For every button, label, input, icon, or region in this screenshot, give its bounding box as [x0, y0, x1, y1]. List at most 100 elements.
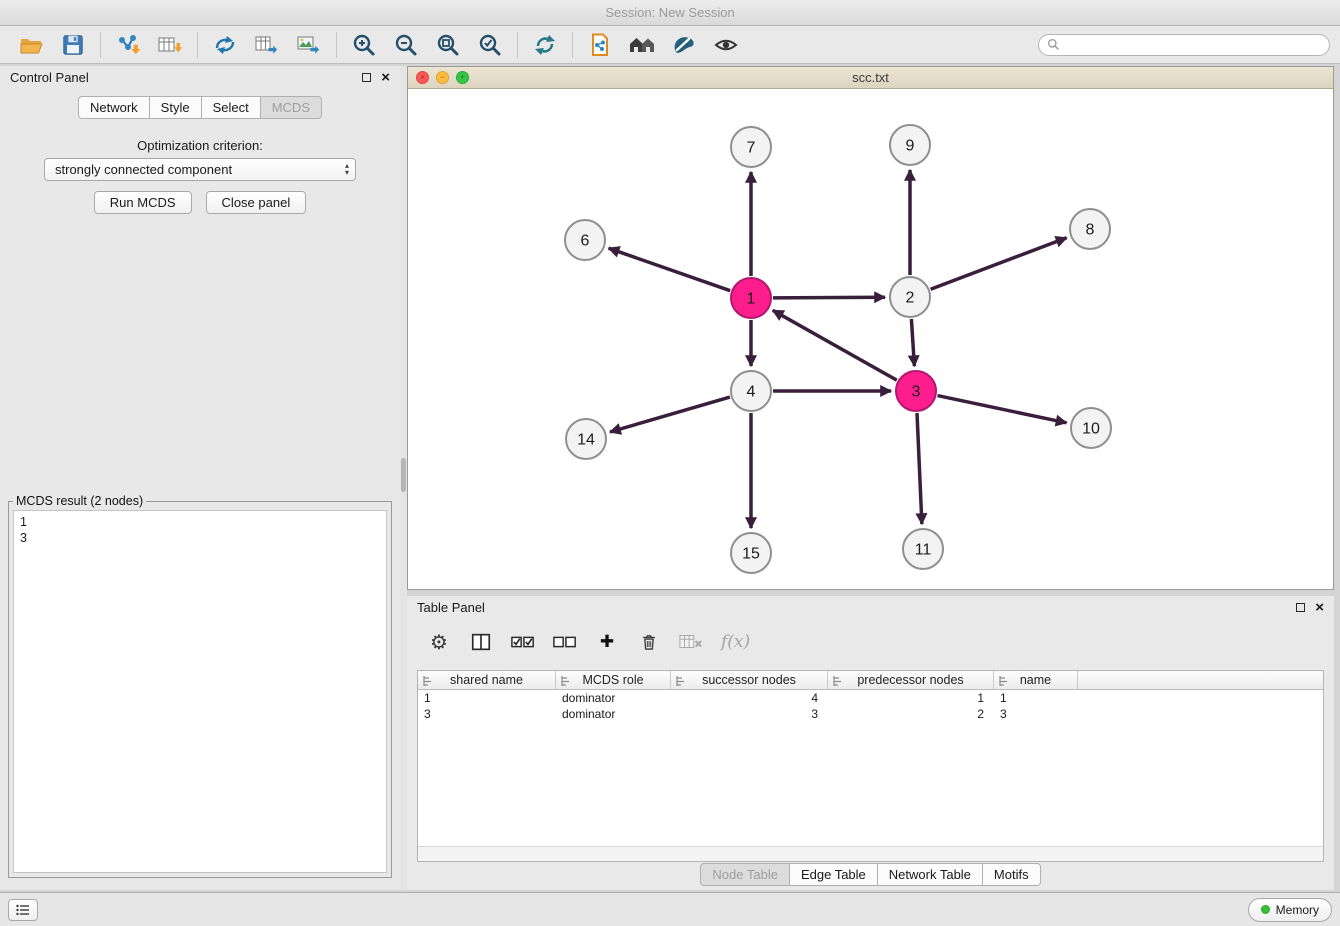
memory-status-icon: [1261, 905, 1270, 914]
export-table-button[interactable]: [246, 28, 288, 62]
search-icon: [1047, 38, 1060, 51]
graph-node-7[interactable]: 7: [731, 127, 771, 167]
graph-edge-1-2[interactable]: [773, 297, 885, 298]
svg-text:4: 4: [747, 384, 756, 401]
refresh-layout-button[interactable]: [524, 28, 566, 62]
import-table-button[interactable]: [149, 28, 191, 62]
close-panel-button[interactable]: Close panel: [206, 191, 307, 214]
float-table-panel-icon[interactable]: [1296, 603, 1305, 612]
tab-network[interactable]: Network: [78, 96, 150, 119]
column-header-label: name: [1020, 673, 1051, 687]
table-cell: 2: [828, 706, 994, 722]
column-visibility-button[interactable]: [469, 629, 493, 655]
window-close-button[interactable]: ×: [416, 71, 429, 84]
graph-node-2[interactable]: 2: [890, 277, 930, 317]
graph-edge-3-10[interactable]: [938, 396, 1067, 423]
graph-edge-3-1[interactable]: [773, 310, 897, 380]
export-image-button[interactable]: [288, 28, 330, 62]
window-title: Session: New Session: [605, 5, 734, 20]
table-cell: 3: [671, 706, 828, 722]
dropdown-stepper-icon: ▴▾: [345, 162, 349, 176]
save-session-button[interactable]: [52, 28, 94, 62]
memory-button[interactable]: Memory: [1248, 898, 1332, 922]
home-network-button[interactable]: [621, 28, 663, 62]
column-header-predecessor-nodes[interactable]: predecessor nodes: [828, 671, 994, 689]
table-horizontal-scrollbar[interactable]: [418, 846, 1323, 861]
table-settings-button[interactable]: ⚙: [427, 629, 451, 655]
zoom-out-button[interactable]: [385, 28, 427, 62]
search-input[interactable]: [1065, 38, 1321, 52]
zoom-selected-button[interactable]: [469, 28, 511, 62]
import-network-icon: [115, 32, 141, 58]
tab-edge-table[interactable]: Edge Table: [790, 863, 878, 886]
mcds-result-area: 13: [13, 510, 387, 873]
float-panel-icon[interactable]: [362, 73, 371, 82]
column-header-successor-nodes[interactable]: successor nodes: [671, 671, 828, 689]
graph-node-8[interactable]: 8: [1070, 209, 1110, 249]
network-window-titlebar: × − + scc.txt: [408, 67, 1333, 89]
graph-node-15[interactable]: 15: [731, 533, 771, 573]
column-header-name[interactable]: name: [994, 671, 1078, 689]
graph-node-3[interactable]: 3: [896, 371, 936, 411]
graph-edge-1-6[interactable]: [609, 248, 731, 291]
node-table: shared nameMCDS rolesuccessor nodesprede…: [417, 670, 1324, 862]
apply-style-button[interactable]: [663, 28, 705, 62]
toolbar-separator: [336, 32, 337, 58]
window-zoom-button[interactable]: +: [456, 71, 469, 84]
zoom-fit-button[interactable]: [427, 28, 469, 62]
table-row[interactable]: 3dominator323: [418, 706, 1323, 722]
toolbar-separator: [572, 32, 573, 58]
clipboard-network-button[interactable]: [579, 28, 621, 62]
run-mcds-button[interactable]: Run MCDS: [94, 191, 192, 214]
network-share-button[interactable]: [204, 28, 246, 62]
window-minimize-button[interactable]: −: [436, 71, 449, 84]
tab-mcds[interactable]: MCDS: [261, 96, 322, 119]
tab-select[interactable]: Select: [202, 96, 261, 119]
task-history-button[interactable]: [8, 899, 38, 921]
column-header-mcds-role[interactable]: MCDS role: [556, 671, 671, 689]
close-table-panel-icon[interactable]: ×: [1315, 603, 1324, 612]
search-box[interactable]: [1038, 34, 1330, 56]
zoom-in-button[interactable]: [343, 28, 385, 62]
graph-edge-2-3[interactable]: [911, 319, 914, 366]
table-panel-tabs: Node TableEdge TableNetwork TableMotifs: [407, 863, 1334, 886]
delete-column-button[interactable]: [637, 629, 661, 655]
table-cell: 4: [671, 690, 828, 706]
import-network-button[interactable]: [107, 28, 149, 62]
open-folder-button[interactable]: [10, 28, 52, 62]
tab-style[interactable]: Style: [150, 96, 202, 119]
criterion-dropdown[interactable]: strongly connected component ▴▾: [44, 158, 356, 181]
control-panel-title: Control Panel: [10, 70, 89, 85]
table-row[interactable]: 1dominator411: [418, 690, 1323, 706]
refresh-icon: [532, 32, 558, 58]
graph-node-6[interactable]: 6: [565, 220, 605, 260]
toolbar-separator: [517, 32, 518, 58]
deselect-all-rows-button[interactable]: [553, 629, 577, 655]
close-panel-icon[interactable]: ×: [381, 73, 390, 82]
graph-node-4[interactable]: 4: [731, 371, 771, 411]
column-header-shared-name[interactable]: shared name: [418, 671, 556, 689]
network-canvas[interactable]: 7 9 6 8 1 2 4 3 14 10 15 11: [408, 89, 1333, 589]
function-builder-button[interactable]: f(x): [721, 629, 750, 655]
add-column-button[interactable]: ✚: [595, 629, 619, 655]
graph-node-9[interactable]: 9: [890, 125, 930, 165]
optimization-criterion-label: Optimization criterion:: [0, 138, 400, 153]
scrollbar-handle[interactable]: [401, 458, 406, 492]
svg-text:7: 7: [747, 140, 756, 157]
tab-motifs[interactable]: Motifs: [983, 863, 1041, 886]
graph-node-14[interactable]: 14: [566, 419, 606, 459]
show-hide-button[interactable]: [705, 28, 747, 62]
tab-node-table[interactable]: Node Table: [700, 863, 790, 886]
graph-edge-4-14[interactable]: [610, 397, 730, 432]
graph-node-1[interactable]: 1: [731, 278, 771, 318]
delete-table-button[interactable]: [679, 629, 703, 655]
zoom-fit-icon: [435, 32, 461, 58]
graph-node-10[interactable]: 10: [1071, 408, 1111, 448]
graph-edge-3-11[interactable]: [917, 413, 922, 524]
column-sort-icon: [832, 675, 843, 687]
select-all-rows-button[interactable]: [511, 629, 535, 655]
control-panel-scrollbar[interactable]: [400, 66, 407, 890]
graph-node-11[interactable]: 11: [903, 529, 943, 569]
tab-network-table[interactable]: Network Table: [878, 863, 983, 886]
graph-edge-2-8[interactable]: [931, 238, 1067, 289]
